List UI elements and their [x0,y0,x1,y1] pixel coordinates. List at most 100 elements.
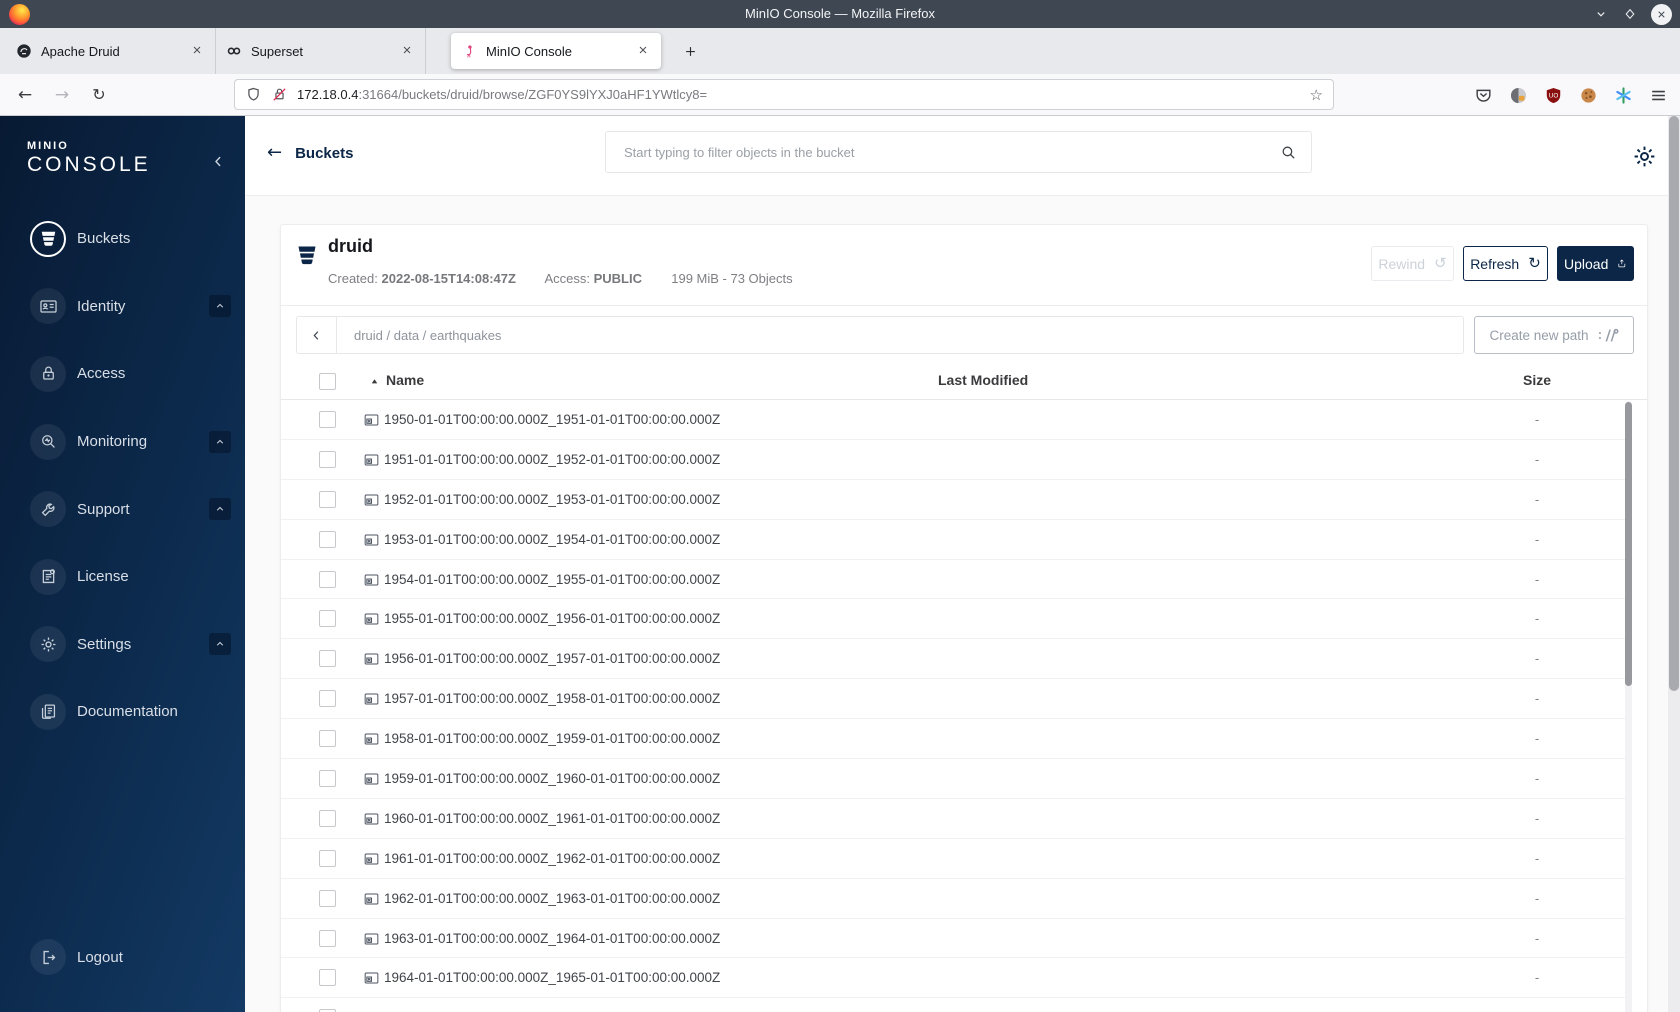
browser-tab-superset[interactable]: Superset [216,28,426,74]
browser-tab-apache-druid[interactable]: Apache Druid [6,28,216,74]
browser-tab-minio-console[interactable]: MinIO Console [451,33,661,69]
object-name[interactable]: 1965-01-01T00:00:00.000Z_1966-01-01T00:0… [384,998,720,1012]
object-name[interactable]: 1951-01-01T00:00:00.000Z_1952-01-01T00:0… [384,440,720,480]
sidebar-item-logout[interactable]: Logout [30,939,123,975]
table-scrollbar[interactable] [1625,401,1632,1012]
table-row[interactable]: 1965-01-01T00:00:00.000Z_1966-01-01T00:0… [281,998,1627,1012]
insecure-lock-icon[interactable] [271,86,288,103]
url-bar[interactable]: 172.18.0.4:31664/buckets/druid/browse/ZG… [234,79,1334,110]
window-maximize-icon[interactable] [1622,6,1638,22]
tab-close-icon[interactable] [401,44,415,58]
object-name[interactable]: 1960-01-01T00:00:00.000Z_1961-01-01T00:0… [384,799,720,839]
object-name[interactable]: 1959-01-01T00:00:00.000Z_1960-01-01T00:0… [384,759,720,799]
column-header-last-modified[interactable]: Last Modified [938,372,1028,388]
sort-ascending-icon[interactable] [369,376,380,387]
sidebar-item-buckets[interactable]: Buckets [0,205,245,273]
window-close-icon[interactable] [1651,3,1672,25]
object-name[interactable]: 1953-01-01T00:00:00.000Z_1954-01-01T00:0… [384,520,720,560]
column-header-size[interactable]: Size [1507,372,1567,388]
sidebar-item-license[interactable]: License [0,543,245,611]
row-checkbox[interactable] [319,690,336,708]
table-row[interactable]: 1950-01-01T00:00:00.000Z_1951-01-01T00:0… [281,400,1627,440]
browser-back-button[interactable] [12,82,38,108]
row-checkbox[interactable] [319,770,336,788]
table-row[interactable]: 1959-01-01T00:00:00.000Z_1960-01-01T00:0… [281,759,1627,799]
chevron-up-icon[interactable] [209,633,231,656]
create-new-path-button[interactable]: Create new path [1474,316,1634,354]
window-minimize-icon[interactable] [1593,6,1609,22]
bookmark-star-icon[interactable] [1310,86,1323,104]
chevron-up-icon[interactable] [209,430,231,453]
chevron-up-icon[interactable] [209,295,231,318]
refresh-button[interactable]: Refresh ↻ [1463,246,1548,281]
row-checkbox[interactable] [319,530,336,548]
row-checkbox[interactable] [319,849,336,867]
row-checkbox[interactable] [319,969,336,987]
sidebar-item-monitoring[interactable]: Monitoring [0,408,245,476]
object-name[interactable]: 1962-01-01T00:00:00.000Z_1963-01-01T00:0… [384,879,720,919]
sidebar-item-identity[interactable]: Identity [0,273,245,341]
tab-close-icon[interactable] [637,44,651,58]
sidebar-item-documentation[interactable]: Documentation [0,678,245,746]
table-row[interactable]: 1956-01-01T00:00:00.000Z_1957-01-01T00:0… [281,639,1627,680]
table-row[interactable]: 1951-01-01T00:00:00.000Z_1952-01-01T00:0… [281,440,1627,480]
table-row[interactable]: 1955-01-01T00:00:00.000Z_1956-01-01T00:0… [281,599,1627,640]
table-row[interactable]: 1960-01-01T00:00:00.000Z_1961-01-01T00:0… [281,799,1627,839]
browser-scrollbar[interactable] [1668,116,1680,1012]
sidebar-collapse-icon[interactable] [211,154,229,172]
object-name[interactable]: 1954-01-01T00:00:00.000Z_1955-01-01T00:0… [384,560,720,600]
row-checkbox[interactable] [319,570,336,588]
row-checkbox[interactable] [319,809,336,827]
table-row[interactable]: 1953-01-01T00:00:00.000Z_1954-01-01T00:0… [281,520,1627,560]
row-checkbox[interactable] [319,889,336,907]
row-checkbox[interactable] [319,490,336,508]
table-row[interactable]: 1952-01-01T00:00:00.000Z_1953-01-01T00:0… [281,480,1627,520]
object-name[interactable]: 1950-01-01T00:00:00.000Z_1951-01-01T00:0… [384,400,720,440]
console-settings-gear-icon[interactable] [1631,143,1658,170]
table-row[interactable]: 1963-01-01T00:00:00.000Z_1964-01-01T00:0… [281,919,1627,959]
cookie-extension-icon[interactable] [1579,86,1598,105]
table-row[interactable]: 1954-01-01T00:00:00.000Z_1955-01-01T00:0… [281,560,1627,600]
object-name[interactable]: 1952-01-01T00:00:00.000Z_1953-01-01T00:0… [384,480,720,520]
sidebar-item-access[interactable]: Access [0,340,245,408]
sidebar-item-support[interactable]: Support [0,475,245,543]
object-name[interactable]: 1958-01-01T00:00:00.000Z_1959-01-01T00:0… [384,719,720,759]
object-name[interactable]: 1956-01-01T00:00:00.000Z_1957-01-01T00:0… [384,639,720,679]
row-checkbox[interactable] [319,929,336,947]
tracking-protection-shield-icon[interactable] [245,86,262,103]
privacy-extension-icon[interactable] [1509,86,1528,105]
rewind-button[interactable]: Rewind ↺ [1371,246,1454,281]
search-input[interactable] [610,143,1280,161]
row-checkbox[interactable] [319,730,336,748]
object-name[interactable]: 1964-01-01T00:00:00.000Z_1965-01-01T00:0… [384,958,720,998]
table-row[interactable]: 1962-01-01T00:00:00.000Z_1963-01-01T00:0… [281,879,1627,919]
chevron-up-icon[interactable] [209,498,231,521]
table-row[interactable]: 1964-01-01T00:00:00.000Z_1965-01-01T00:0… [281,958,1627,999]
object-name[interactable]: 1963-01-01T00:00:00.000Z_1964-01-01T00:0… [384,919,720,959]
object-name[interactable]: 1961-01-01T00:00:00.000Z_1962-01-01T00:0… [384,839,720,879]
object-name[interactable]: 1957-01-01T00:00:00.000Z_1958-01-01T00:0… [384,679,720,719]
pocket-icon[interactable] [1474,86,1493,105]
row-checkbox[interactable] [319,610,336,628]
table-row[interactable]: 1957-01-01T00:00:00.000Z_1958-01-01T00:0… [281,679,1627,720]
sidebar-item-settings[interactable]: Settings [0,611,245,679]
row-checkbox[interactable] [319,450,336,468]
browser-scrollbar-thumb[interactable] [1669,116,1679,691]
upload-button[interactable]: Upload [1557,246,1634,281]
new-tab-button[interactable] [675,36,705,66]
column-header-name[interactable]: Name [386,372,424,388]
row-checkbox[interactable] [319,411,336,428]
browser-reload-button[interactable] [86,82,112,108]
ublock-extension-icon[interactable] [1544,86,1563,105]
menu-hamburger-icon[interactable] [1649,86,1668,105]
select-all-checkbox[interactable] [319,373,336,390]
container-extension-icon[interactable] [1614,86,1633,105]
object-name[interactable]: 1955-01-01T00:00:00.000Z_1956-01-01T00:0… [384,599,720,639]
row-checkbox[interactable] [319,650,336,668]
tab-close-icon[interactable] [191,44,205,58]
table-scrollbar-thumb[interactable] [1625,402,1632,686]
path-back-chevron-icon[interactable] [297,317,337,353]
table-row[interactable]: 1961-01-01T00:00:00.000Z_1962-01-01T00:0… [281,839,1627,879]
table-row[interactable]: 1958-01-01T00:00:00.000Z_1959-01-01T00:0… [281,719,1627,760]
browser-forward-button[interactable] [49,82,75,108]
